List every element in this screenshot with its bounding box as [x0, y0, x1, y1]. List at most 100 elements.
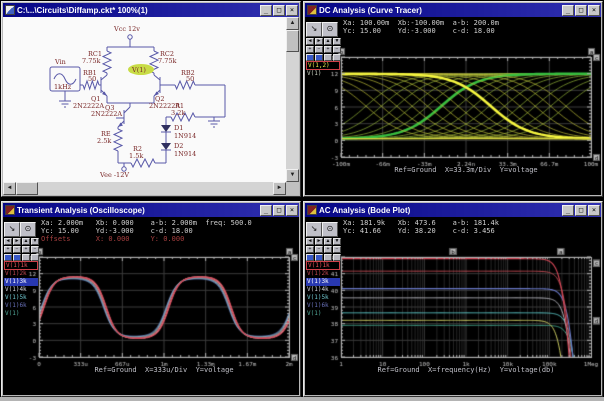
analysis-icon [307, 5, 317, 15]
color-button[interactable] [333, 254, 341, 261]
pan-left-button[interactable]: ◄ [4, 238, 12, 245]
titlebar[interactable]: DC Analysis (Curve Tracer) _ □ × [305, 3, 601, 17]
minimize-button[interactable]: _ [260, 5, 272, 16]
close-button[interactable]: × [286, 5, 298, 16]
titlebar[interactable]: AC Analysis (Bode Plot) _ □ × [305, 203, 601, 217]
restore-button[interactable]: □ [273, 205, 285, 216]
trace-list: V(1,2)V(1) [306, 61, 340, 78]
scroll-left-button[interactable]: ◄ [3, 182, 16, 195]
zoom-in-x-button[interactable]: + [306, 246, 314, 253]
scroll-up-button[interactable]: ▲ [286, 17, 299, 30]
zoom-in-y-button[interactable]: + [324, 46, 332, 53]
bode-window: AC Analysis (Bode Plot) _ □ × ↘⊙◄►▲▼+−+−… [303, 201, 603, 397]
minimize-button[interactable]: _ [562, 205, 574, 216]
pan-up-button[interactable]: ▲ [324, 238, 332, 245]
probe-button[interactable]: ⊙ [322, 22, 338, 37]
resistor-rc1[interactable] [103, 51, 111, 73]
cursor-readout: Xa: 100.00m Xb:-100.00m a-b: 200.0mYc: 1… [343, 19, 499, 35]
pan-right-button[interactable]: ► [13, 238, 21, 245]
scrollbar-thumb[interactable] [286, 30, 299, 52]
window-controls: _ □ × [562, 205, 600, 216]
select-region-button[interactable]: ↘ [4, 222, 20, 237]
zoom-in-x-button[interactable]: + [4, 246, 12, 253]
color-button[interactable] [333, 54, 341, 61]
trace-label[interactable]: V(1)5k [306, 294, 340, 302]
component-label: 1.5k [129, 152, 143, 160]
trace-label[interactable]: V(1)3k [306, 278, 340, 286]
close-button[interactable]: × [588, 5, 600, 16]
pan-right-button[interactable]: ► [315, 238, 323, 245]
probe-button[interactable]: ⊙ [322, 222, 338, 237]
pan-up-button[interactable]: ▲ [22, 238, 30, 245]
zoom-out-x-button[interactable]: − [13, 246, 21, 253]
trace-label[interactable]: V(1)4k [4, 286, 38, 294]
trace-label[interactable]: V(1) [306, 310, 340, 318]
diode-d2[interactable] [161, 143, 171, 150]
titlebar[interactable]: Transient Analysis (Oscilloscope) _ □ × [3, 203, 299, 217]
scroll-right-button[interactable]: ► [273, 182, 286, 195]
component-label: 50 [186, 75, 194, 83]
pan-down-button[interactable]: ▼ [31, 238, 39, 245]
zoom-in-y-button[interactable]: + [324, 246, 332, 253]
restore-button[interactable]: □ [273, 5, 285, 16]
vertical-scrollbar[interactable]: ▲ ▼ [286, 17, 299, 182]
setup-button[interactable] [22, 254, 30, 261]
zoom-out-y-button[interactable]: − [31, 246, 39, 253]
restore-button[interactable]: □ [575, 5, 587, 16]
pan-left-button[interactable]: ◄ [306, 238, 314, 245]
close-button[interactable]: × [286, 205, 298, 216]
zoom-in-x-button[interactable]: + [306, 46, 314, 53]
pan-down-button[interactable]: ▼ [333, 238, 341, 245]
zoom-out-x-button[interactable]: − [315, 46, 323, 53]
scroll-down-button[interactable]: ▼ [286, 169, 299, 182]
cursor-readout: Xa: 2.000m Xb: 0.000 a-b: 2.000m freq: 5… [41, 219, 252, 243]
trace-label[interactable]: V(1)6k [306, 302, 340, 310]
grid-toggle-button[interactable] [306, 54, 314, 61]
resistor-re[interactable] [114, 129, 122, 151]
color-button[interactable] [31, 254, 39, 261]
select-region-button[interactable]: ↘ [306, 222, 322, 237]
resistor-r2[interactable] [131, 159, 155, 167]
grid-toggle-button[interactable] [306, 254, 314, 261]
zoom-out-y-button[interactable]: − [333, 46, 341, 53]
diode-d1[interactable] [161, 125, 171, 132]
trace-label[interactable]: V(1,2) [306, 61, 340, 70]
close-button[interactable]: × [588, 205, 600, 216]
cursor-mode-button[interactable] [315, 54, 323, 61]
window-controls: _ □ × [260, 5, 298, 16]
trace-label[interactable]: V(1) [4, 310, 38, 318]
cursor-mode-button[interactable] [315, 254, 323, 261]
pan-right-button[interactable]: ► [315, 38, 323, 45]
vcc-node[interactable] [128, 35, 132, 39]
setup-button[interactable] [324, 54, 332, 61]
trace-label[interactable]: V(1)2k [306, 270, 340, 278]
setup-button[interactable] [324, 254, 332, 261]
trace-label[interactable]: V(1)3k [4, 278, 38, 286]
trace-label[interactable]: V(1)4k [306, 286, 340, 294]
trace-label[interactable]: V(1)1k [4, 261, 38, 270]
pan-down-button[interactable]: ▼ [333, 38, 341, 45]
cursor-mode-button[interactable] [13, 254, 21, 261]
ground-symbol [208, 121, 220, 127]
schematic-canvas[interactable]: Vcc 12vRC17.75kRC27.75kV(1)Vin1kHzRB150R… [3, 17, 286, 182]
pan-up-button[interactable]: ▲ [324, 38, 332, 45]
select-region-button[interactable]: ↘ [306, 22, 322, 37]
trace-label[interactable]: V(1)2k [4, 270, 38, 278]
zoom-in-y-button[interactable]: + [22, 246, 30, 253]
zoom-out-x-button[interactable]: − [315, 246, 323, 253]
minimize-button[interactable]: _ [260, 205, 272, 216]
probe-button[interactable]: ⊙ [20, 222, 36, 237]
titlebar[interactable]: C:\...\Circuits\Diffamp.ckt* 100%(1) _ □… [3, 3, 299, 17]
trace-label[interactable]: V(1) [306, 70, 340, 78]
trace-label[interactable]: V(1)1k [306, 261, 340, 270]
zoom-out-y-button[interactable]: − [333, 246, 341, 253]
minimize-button[interactable]: _ [562, 5, 574, 16]
schematic-content: Vcc 12vRC17.75kRC27.75kV(1)Vin1kHzRB150R… [3, 17, 299, 195]
pan-left-button[interactable]: ◄ [306, 38, 314, 45]
trace-label[interactable]: V(1)5k [4, 294, 38, 302]
scrollbar-thumb[interactable] [16, 182, 38, 195]
restore-button[interactable]: □ [575, 205, 587, 216]
grid-toggle-button[interactable] [4, 254, 12, 261]
trace-label[interactable]: V(1)6k [4, 302, 38, 310]
horizontal-scrollbar[interactable]: ◄ ► [3, 182, 286, 195]
